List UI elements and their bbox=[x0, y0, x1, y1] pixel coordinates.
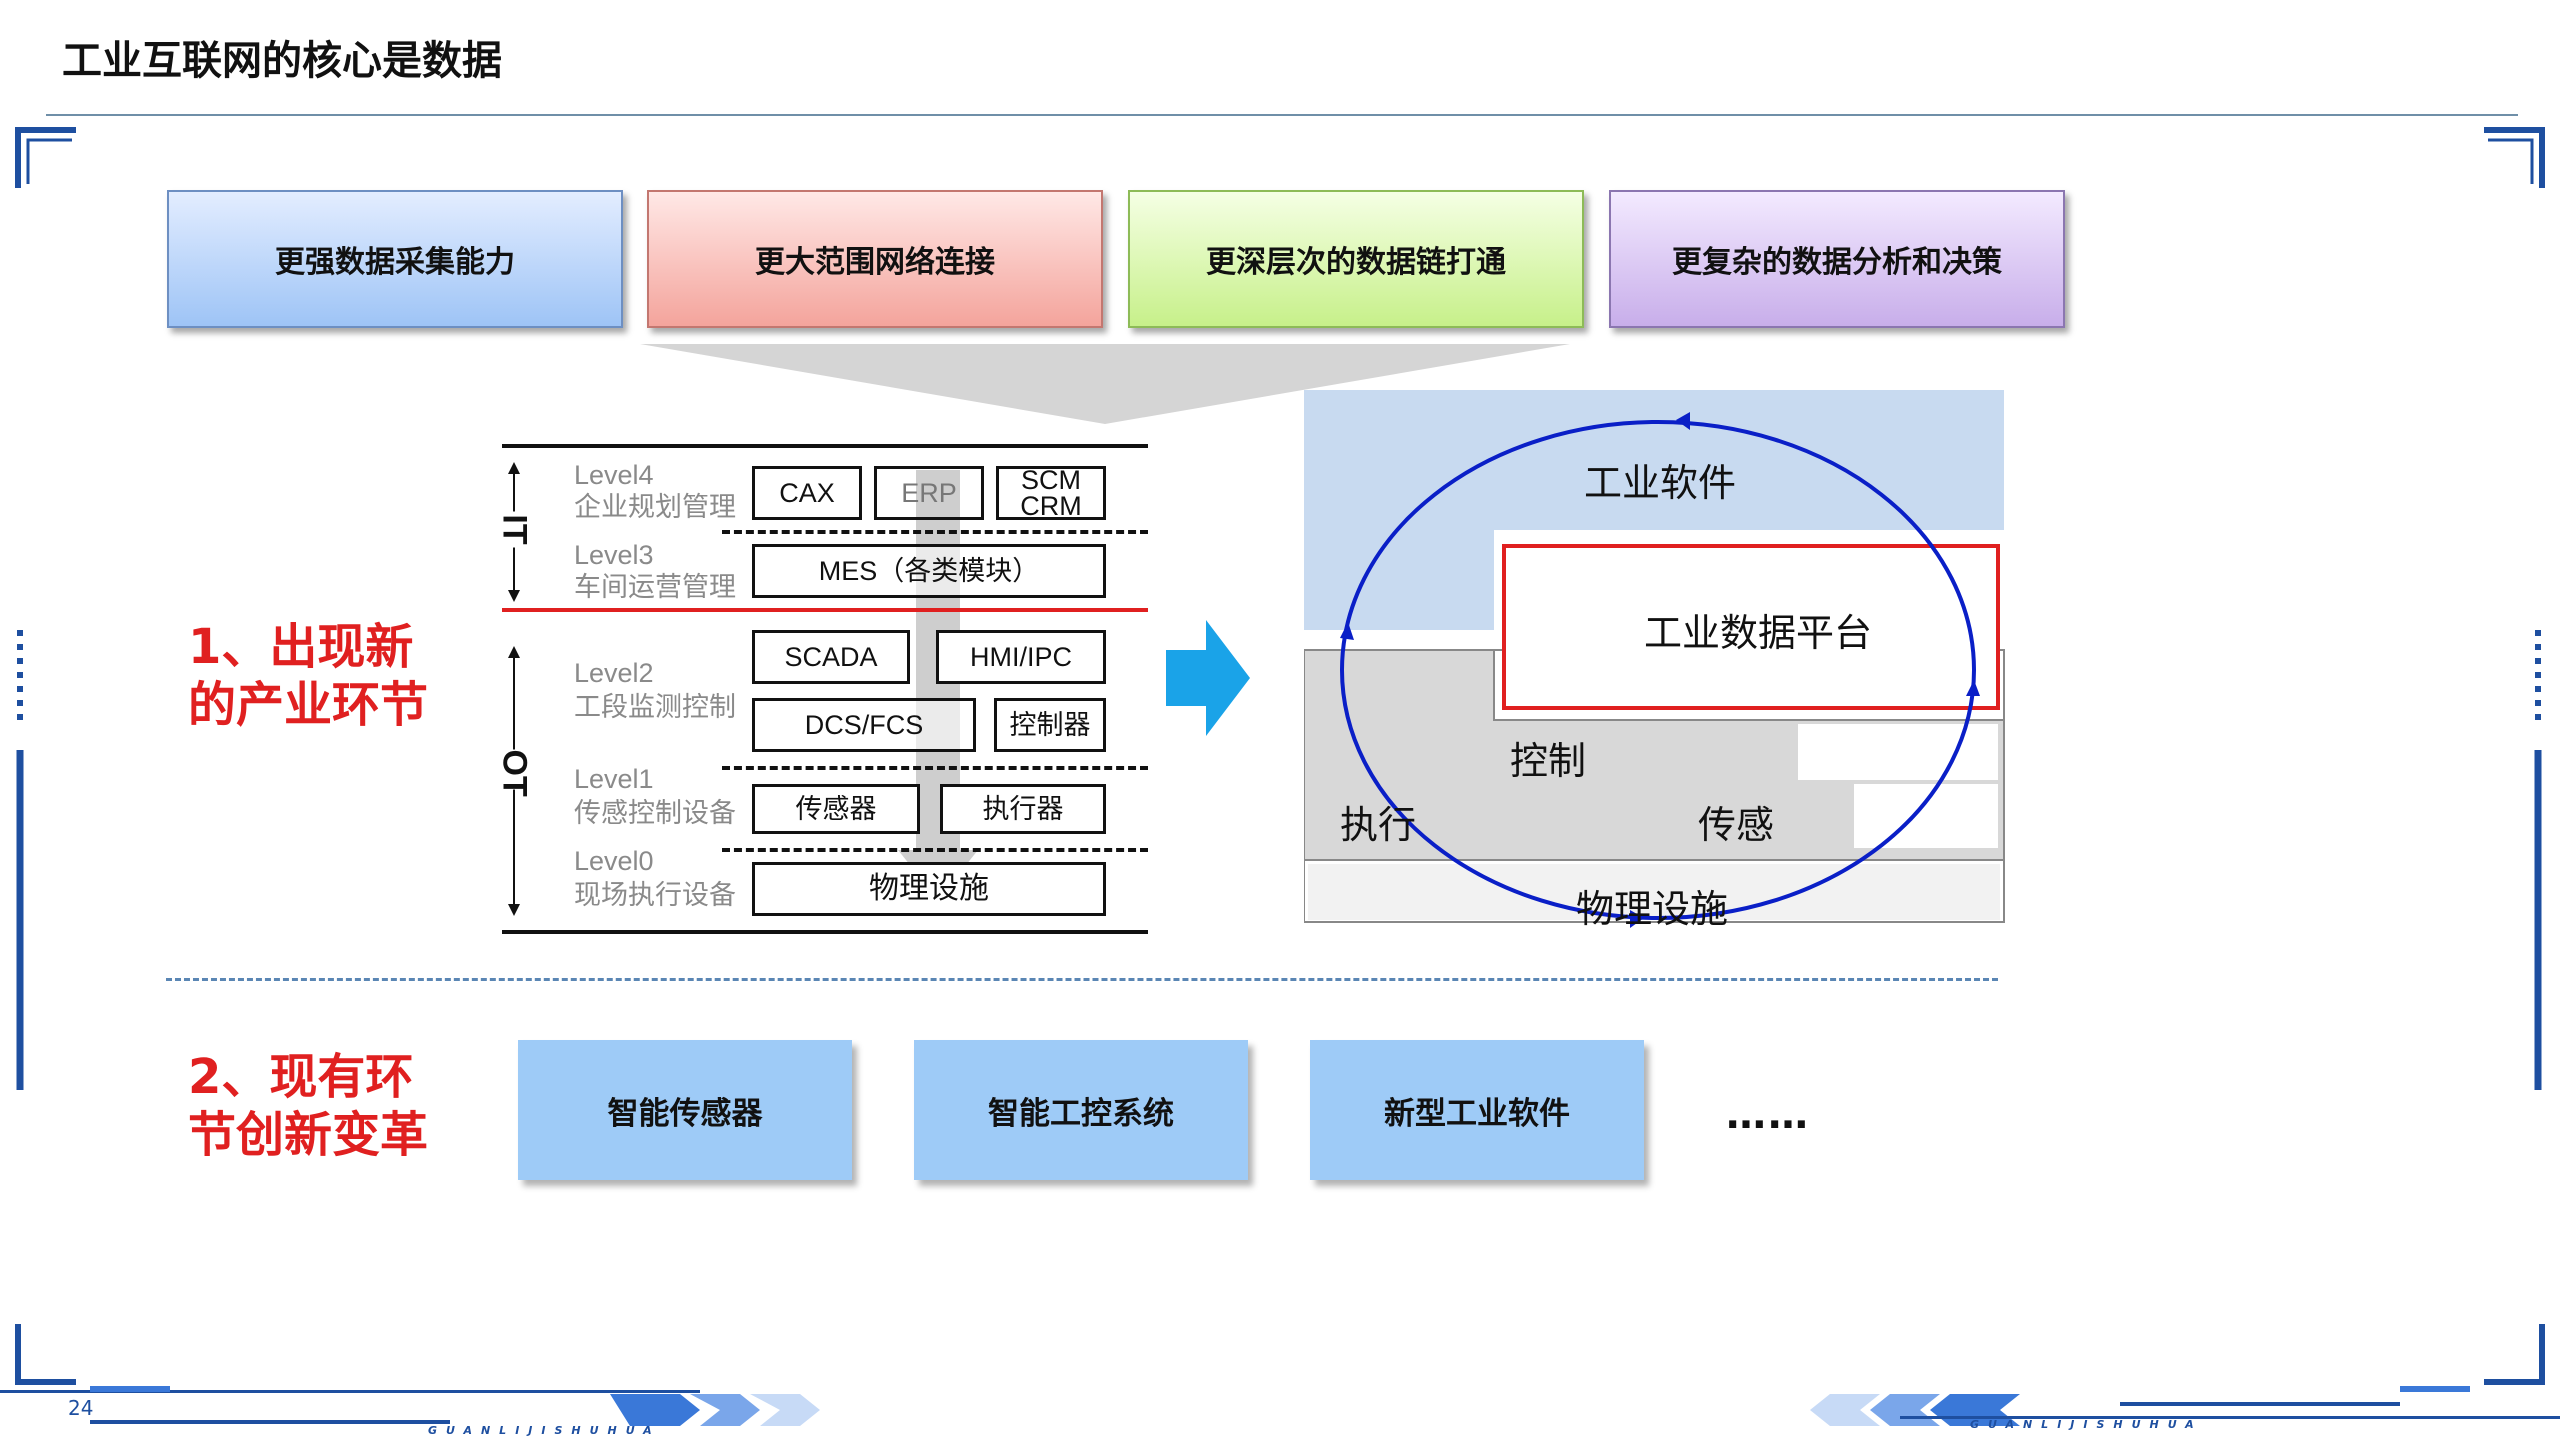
level1-desc: 传感控制设备 bbox=[574, 798, 736, 828]
erp-box: ERP bbox=[874, 466, 984, 520]
side-bar-right bbox=[2534, 630, 2542, 1090]
dash-rule-2 bbox=[722, 766, 1148, 770]
new-industrial-software-box: 新型工业软件 bbox=[1310, 1040, 1644, 1180]
right-arrow-icon bbox=[1166, 620, 1250, 736]
down-arrow-shadow bbox=[898, 470, 978, 900]
level1-name: Level1 bbox=[574, 764, 654, 794]
dash-rule-1 bbox=[722, 530, 1148, 534]
page-title: 工业互联网的核心是数据 bbox=[62, 38, 502, 84]
smart-sensor-box: 智能传感器 bbox=[518, 1040, 852, 1180]
section1-heading-line1: 1、出现新 bbox=[188, 619, 414, 675]
level2-desc: 工段监测控制 bbox=[574, 692, 736, 722]
level2-name: Level2 bbox=[574, 658, 654, 688]
level4-desc: 企业规划管理 bbox=[574, 492, 736, 522]
level3-desc: 车间运营管理 bbox=[574, 572, 736, 602]
hmi-ipc-box: HMI/IPC bbox=[936, 630, 1106, 684]
section2-heading: 2、现有环 节创新变革 bbox=[188, 1048, 428, 1164]
ot-label: OT bbox=[494, 749, 534, 797]
controller-box: 控制器 bbox=[994, 698, 1106, 752]
side-bar-left bbox=[16, 630, 24, 1090]
industrial-software-label: 工业软件 bbox=[1584, 461, 1737, 505]
sense-label: 传感 bbox=[1698, 803, 1775, 847]
corner-bracket-bottom-left bbox=[15, 1324, 76, 1385]
footer-decoration-left bbox=[0, 1386, 820, 1426]
crm-label: CRM bbox=[1020, 491, 1082, 521]
footer-brand-right: GUANLIJISHUHUA bbox=[1970, 1418, 2203, 1431]
level3-name: Level3 bbox=[574, 540, 654, 570]
physical-facility-box: 物理设施 bbox=[752, 862, 1106, 916]
capability-network-connection: 更大范围网络连接 bbox=[647, 190, 1103, 328]
sensor-box: 传感器 bbox=[752, 784, 920, 834]
corner-bracket-bottom-right bbox=[2484, 1324, 2545, 1385]
actuator-box: 执行器 bbox=[940, 784, 1106, 834]
more-ellipsis: …… bbox=[1726, 1092, 1810, 1138]
footer-decoration-right bbox=[1810, 1386, 2560, 1426]
capability-data-chain: 更深层次的数据链打通 bbox=[1128, 190, 1584, 328]
platform-diagram: 工业软件 工业数据平台 控制 执行 传感 物理设施 bbox=[1304, 390, 2024, 950]
scm-crm-box: SCM CRM bbox=[996, 466, 1106, 520]
cax-box: CAX bbox=[752, 466, 862, 520]
industrial-data-platform-label: 工业数据平台 bbox=[1644, 611, 1873, 655]
section2-heading-line1: 2、现有环 bbox=[188, 1049, 414, 1105]
section-divider bbox=[166, 978, 1998, 981]
section1-heading: 1、出现新 的产业环节 bbox=[188, 618, 428, 734]
title-divider bbox=[46, 114, 2518, 116]
level4-name: Level4 bbox=[574, 460, 654, 490]
level0-name: Level0 bbox=[574, 846, 654, 876]
bottom-rule bbox=[502, 930, 1148, 934]
scada-box: SCADA bbox=[752, 630, 910, 684]
capability-data-analysis: 更复杂的数据分析和决策 bbox=[1609, 190, 2065, 328]
page-number: 24 bbox=[68, 1396, 94, 1420]
level-diagram: IT OT Level4 企业规划管理 Level3 车间运营管理 Level2… bbox=[490, 440, 1150, 940]
corner-bracket-top-left bbox=[15, 127, 76, 188]
capability-data-collection: 更强数据采集能力 bbox=[167, 190, 623, 328]
level0-desc: 现场执行设备 bbox=[574, 880, 736, 910]
it-label: IT bbox=[494, 511, 534, 548]
scm-label: SCM bbox=[1021, 465, 1081, 495]
mes-box: MES（各类模块） bbox=[752, 544, 1106, 598]
dash-rule-3 bbox=[722, 848, 1148, 852]
section1-heading-line2: 的产业环节 bbox=[188, 677, 429, 733]
control-label: 控制 bbox=[1510, 739, 1587, 783]
execute-label: 执行 bbox=[1340, 803, 1417, 847]
physical-facility-label: 物理设施 bbox=[1576, 887, 1729, 931]
section2-heading-line2: 节创新变革 bbox=[188, 1107, 429, 1163]
top-rule bbox=[502, 444, 1148, 448]
it-ot-divider bbox=[502, 608, 1148, 612]
corner-bracket-top-right bbox=[2484, 127, 2545, 188]
dcs-fcs-box: DCS/FCS bbox=[752, 698, 976, 752]
smart-control-system-box: 智能工控系统 bbox=[914, 1040, 1248, 1180]
footer-brand-left: GUANLIJISHUHUA bbox=[428, 1424, 661, 1437]
